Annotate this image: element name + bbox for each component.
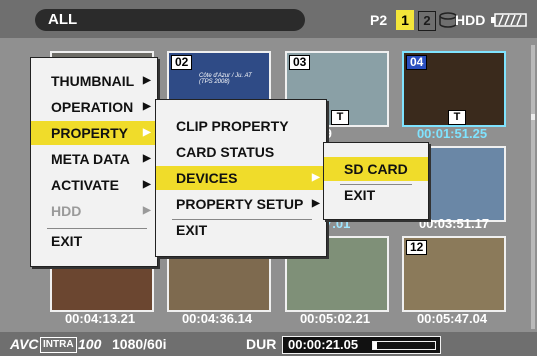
clip-number: 03 xyxy=(289,55,311,70)
codec-label: AVC xyxy=(10,336,39,352)
codec-rate-label: 100 xyxy=(78,336,102,352)
chevron-right-icon: ▶ xyxy=(143,153,151,164)
scrollbar-track[interactable] xyxy=(531,45,535,329)
menu-item-card-status[interactable]: CARD STATUS xyxy=(156,140,326,164)
mode-label: ALL xyxy=(48,11,78,28)
chevron-right-icon: ▶ xyxy=(312,198,320,209)
slot-2-indicator[interactable]: 2 xyxy=(418,11,436,31)
clip-number: 02 xyxy=(171,55,193,70)
menu-item-hdd: HDD ▶ xyxy=(31,199,157,223)
clip-caption: Côte d'Azur / Ju. AT (TPS 2008) xyxy=(199,73,252,85)
p2-slot-label: P2 xyxy=(370,12,388,28)
clip-duration: 00:04:36.14 xyxy=(181,311,253,326)
duration-value: 00:00:21.05 xyxy=(288,337,359,352)
menu-item-exit[interactable]: EXIT xyxy=(31,229,157,253)
clip-duration: 00:04:13.21 xyxy=(64,311,136,326)
duration-progress-fill xyxy=(373,342,377,349)
scrollbar-thumb[interactable] xyxy=(531,114,535,120)
slot-1-indicator[interactable]: 1 xyxy=(396,10,414,30)
chevron-right-icon: ▶ xyxy=(143,179,151,190)
chevron-right-icon: ▶ xyxy=(312,172,320,183)
menu-item-sd-card[interactable]: SD CARD xyxy=(324,157,428,181)
text-memo-badge: T xyxy=(331,110,349,125)
chevron-right-icon: ▶ xyxy=(143,127,151,138)
menu-item-exit[interactable]: EXIT xyxy=(324,183,428,207)
duration-label: DUR xyxy=(246,336,277,352)
chevron-right-icon: ▶ xyxy=(143,75,151,86)
menu-item-property[interactable]: PROPERTY ▶ xyxy=(31,121,157,145)
menu-item-thumbnail[interactable]: THUMBNAIL ▶ xyxy=(31,69,157,93)
thumbnail-menu: THUMBNAIL ▶ OPERATION ▶ PROPERTY ▶ META … xyxy=(30,57,158,267)
chevron-right-icon: ▶ xyxy=(143,101,151,112)
devices-submenu: SD CARD EXIT xyxy=(323,142,429,220)
menu-item-operation[interactable]: OPERATION ▶ xyxy=(31,95,157,119)
format-label: 1080/60i xyxy=(112,336,167,352)
chevron-right-icon: ▶ xyxy=(143,205,151,216)
clip-number: 12 xyxy=(406,240,428,255)
battery-icon xyxy=(491,13,527,27)
duration-progress-bar xyxy=(372,341,436,350)
menu-item-activate[interactable]: ACTIVATE ▶ xyxy=(31,173,157,197)
p2-thumbnail-screen: ALL P2 1 2 HDD 02 Côte d'Azur / Ju. AT (… xyxy=(0,0,537,356)
text-memo-badge: T xyxy=(448,110,466,125)
clip-duration: 00:05:47.04 xyxy=(416,311,488,326)
clip-duration: 00:05:02.21 xyxy=(299,311,371,326)
menu-item-clip-property[interactable]: CLIP PROPERTY xyxy=(156,114,326,138)
hdd-label: HDD xyxy=(455,12,486,28)
codec-intra-label: INTRA xyxy=(40,337,77,353)
menu-item-property-setup[interactable]: PROPERTY SETUP ▶ xyxy=(156,192,326,216)
menu-item-exit[interactable]: EXIT xyxy=(156,218,326,242)
clip-thumbnail-12[interactable]: 12 xyxy=(402,236,506,312)
menu-item-meta-data[interactable]: META DATA ▶ xyxy=(31,147,157,171)
property-submenu: CLIP PROPERTY CARD STATUS DEVICES ▶ PROP… xyxy=(155,99,327,257)
clip-number: 04 xyxy=(406,55,428,70)
clip-duration: 00:01:51.25 xyxy=(416,126,488,141)
menu-item-devices[interactable]: DEVICES ▶ xyxy=(156,166,326,190)
clip-thumbnail-04-selected[interactable]: 04 T xyxy=(402,51,506,127)
